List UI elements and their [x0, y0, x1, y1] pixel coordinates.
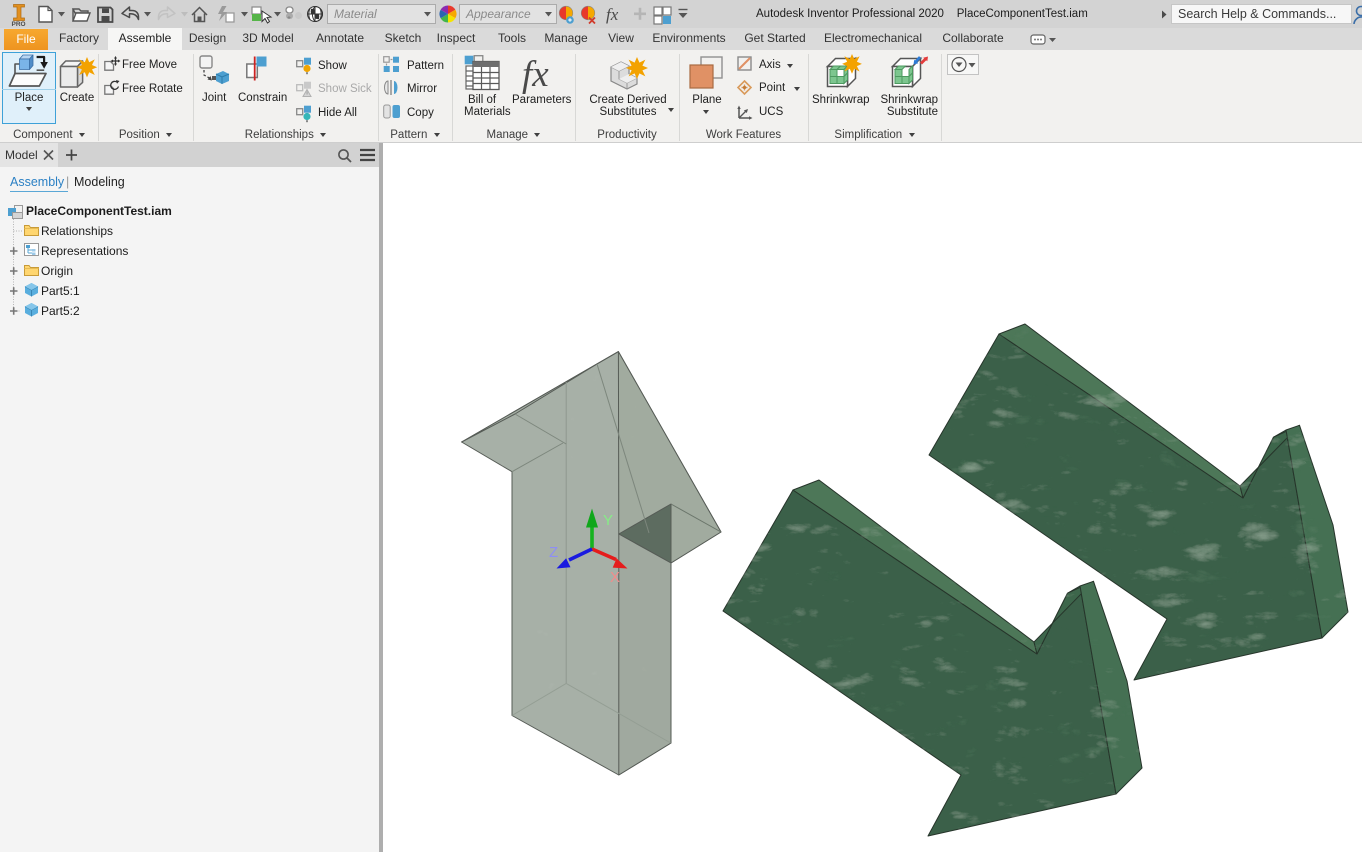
svg-text:Z: Z [549, 544, 558, 561]
svg-text:PRO: PRO [12, 21, 26, 28]
svg-text:Y: Y [603, 512, 613, 529]
svg-text:fx: fx [522, 54, 549, 95]
svg-text:X: X [610, 569, 620, 586]
svg-text:fx: fx [606, 5, 619, 24]
